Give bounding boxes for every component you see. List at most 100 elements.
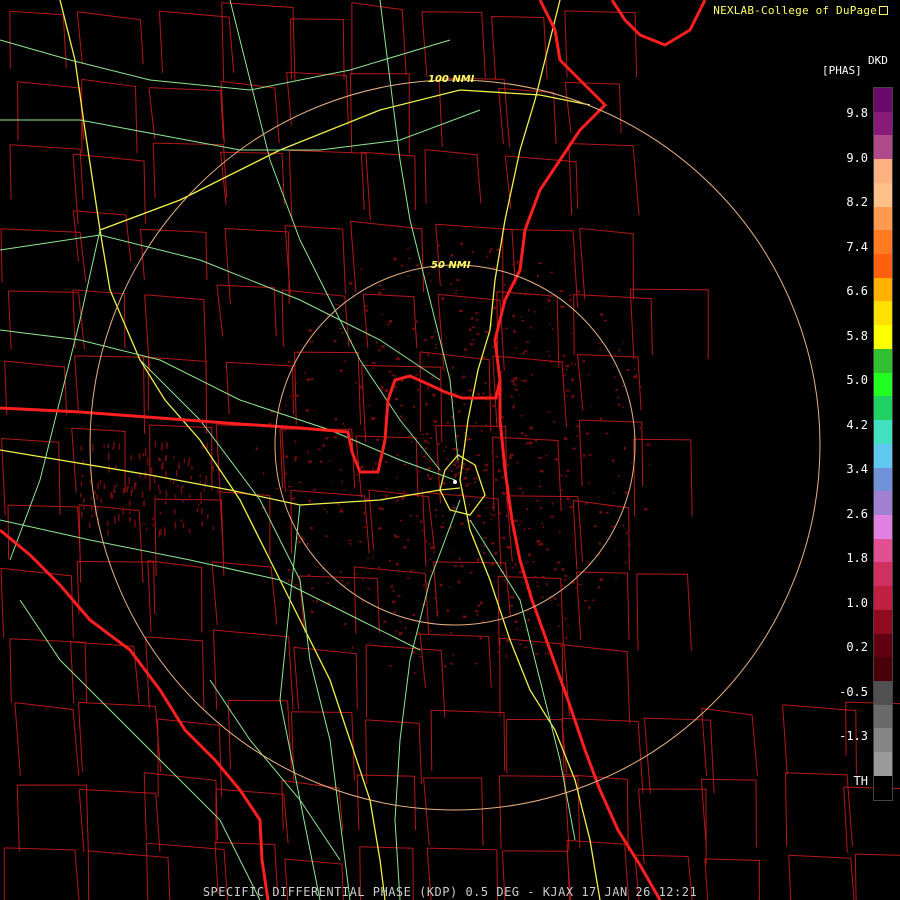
- echo-pixel: [191, 465, 193, 470]
- echo-pixel: [528, 441, 533, 445]
- echo-pixel: [599, 348, 601, 351]
- county-line: [573, 293, 653, 355]
- echo-pixel: [141, 491, 144, 498]
- color-scale-segment: [874, 514, 892, 539]
- echo-pixel: [367, 588, 371, 590]
- echo-pixel: [617, 396, 620, 399]
- echo-pixel: [424, 539, 427, 543]
- echo-pixel: [180, 519, 183, 522]
- echo-pixel: [280, 409, 282, 411]
- echo-pixel: [377, 291, 382, 294]
- echo-pixel: [598, 342, 602, 344]
- echo-pixel: [427, 353, 430, 357]
- color-scale-segment: [874, 301, 892, 326]
- echo-pixel: [378, 348, 381, 352]
- county-line: [211, 561, 278, 625]
- echo-pixel: [381, 507, 384, 511]
- echo-pixel: [143, 500, 145, 507]
- echo-pixel: [565, 636, 568, 640]
- echo-pixel: [107, 521, 109, 526]
- echo-pixel: [526, 508, 529, 511]
- echo-pixel: [430, 629, 432, 633]
- color-scale-bar: [873, 87, 893, 801]
- echo-pixel: [534, 653, 539, 655]
- echo-pixel: [521, 492, 524, 494]
- fl-ga-border: [0, 374, 502, 474]
- echo-pixel: [547, 299, 551, 302]
- echo-pixel: [341, 480, 343, 482]
- county-line: [564, 774, 629, 851]
- echo-pixel: [511, 379, 515, 383]
- echo-pixel: [566, 394, 568, 398]
- credit-label: NEXLAB-College of DuPage: [713, 4, 888, 17]
- echo-pixel: [440, 525, 445, 528]
- credit-text: NEXLAB-College of DuPage: [713, 4, 877, 17]
- color-scale-tick-label: 9.0: [846, 150, 868, 165]
- county-line: [219, 491, 271, 557]
- echo-pixel: [465, 485, 469, 487]
- echo-pixel: [538, 457, 543, 459]
- echo-pixel: [309, 340, 314, 343]
- echo-pixel: [569, 294, 572, 296]
- echo-pixel: [325, 535, 328, 538]
- echo-pixel: [451, 415, 453, 419]
- color-scale-tick-label: -1.3: [839, 729, 868, 743]
- echo-pixel: [415, 334, 418, 336]
- county-line: [221, 2, 296, 82]
- echo-pixel: [531, 590, 533, 593]
- echo-pixel: [571, 362, 573, 365]
- echo-pixel: [613, 376, 616, 378]
- echo-pixel: [442, 514, 444, 517]
- echo-pixel: [533, 311, 536, 313]
- echo-pixel: [533, 561, 535, 563]
- county-line: [422, 491, 502, 567]
- echo-pixel: [316, 599, 319, 603]
- echo-pixel: [217, 490, 219, 494]
- echo-pixel: [395, 500, 398, 503]
- echo-pixel: [410, 514, 412, 517]
- echo-pixel: [308, 499, 312, 503]
- echo-pixel: [482, 356, 485, 359]
- echo-pixel: [91, 443, 94, 452]
- echo-pixel: [339, 509, 344, 513]
- echo-pixel: [639, 426, 643, 430]
- echo-pixel: [463, 348, 468, 351]
- echo-pixel: [462, 375, 466, 378]
- echo-pixel: [150, 467, 153, 474]
- echo-pixel: [566, 469, 570, 472]
- echo-pixel: [122, 488, 125, 495]
- echo-pixel: [493, 581, 495, 584]
- echo-pixel: [165, 471, 167, 478]
- echo-pixel: [549, 360, 553, 363]
- echo-pixel: [377, 567, 381, 570]
- echo-pixel: [518, 571, 523, 574]
- radar-map[interactable]: 100 NMI 50 NMI: [0, 0, 900, 900]
- echo-pixel: [403, 490, 405, 494]
- echo-pixel: [115, 465, 117, 468]
- echo-pixel: [624, 491, 628, 495]
- echo-pixel: [494, 552, 498, 555]
- echo-pixel: [355, 445, 359, 448]
- echo-pixel: [477, 393, 480, 396]
- echo-pixel: [580, 454, 582, 457]
- echo-pixel: [153, 476, 156, 484]
- echo-pixel: [372, 467, 374, 470]
- echo-pixel: [483, 544, 485, 548]
- echo-pixel: [371, 362, 376, 364]
- county-line: [139, 228, 208, 281]
- echo-pixel: [552, 327, 554, 330]
- echo-pixel: [304, 371, 306, 374]
- echo-pixel: [491, 404, 496, 407]
- echo-pixel: [563, 437, 568, 441]
- color-scale-segment: [874, 467, 892, 492]
- echo-pixel: [355, 573, 358, 576]
- external-link-icon[interactable]: [879, 6, 888, 15]
- echo-pixel: [311, 587, 314, 589]
- echo-pixel: [520, 432, 524, 435]
- echo-pixel: [445, 457, 447, 459]
- echo-pixel: [310, 527, 313, 530]
- echo-pixel: [113, 441, 115, 449]
- echo-pixel: [342, 607, 344, 609]
- county-line: [154, 498, 225, 577]
- echo-pixel: [436, 245, 439, 247]
